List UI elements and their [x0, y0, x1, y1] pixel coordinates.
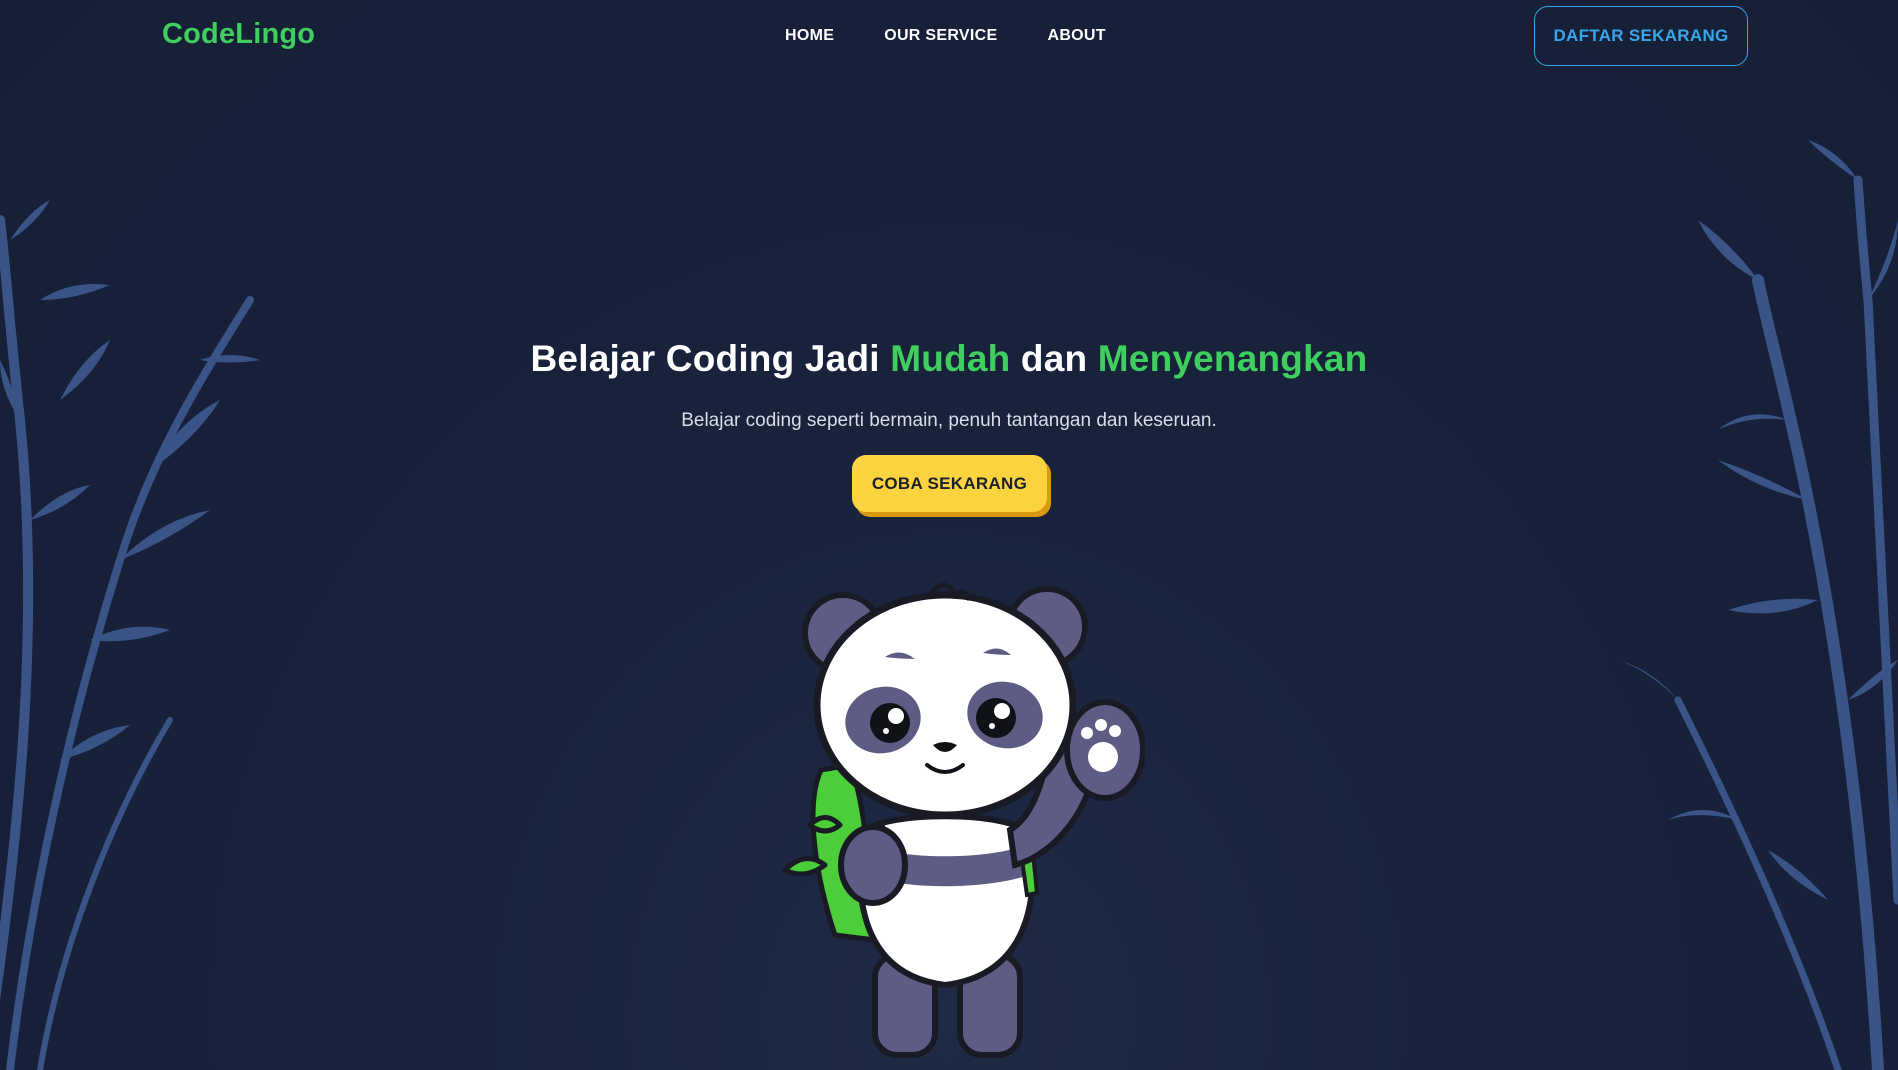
navbar: CodeLingo HOME OUR SERVICE ABOUT DAFTAR … — [0, 0, 1898, 74]
nav-item-about[interactable]: ABOUT — [1047, 27, 1105, 45]
nav-item-our-service[interactable]: OUR SERVICE — [884, 27, 997, 45]
hero-title-part2: dan — [1010, 338, 1098, 379]
hero-title: Belajar Coding Jadi Mudah dan Menyenangk… — [0, 338, 1898, 380]
logo[interactable]: CodeLingo — [162, 18, 315, 51]
panda-mascot-icon — [782, 582, 1145, 1058]
nav-menu: HOME OUR SERVICE ABOUT — [785, 27, 1106, 45]
hero-subtitle: Belajar coding seperti bermain, penuh ta… — [681, 410, 1217, 431]
try-now-button[interactable]: COBA SEKARANG — [852, 455, 1047, 512]
signup-button[interactable]: DAFTAR SEKARANG — [1534, 6, 1748, 66]
bamboo-right-icon — [1618, 140, 1898, 1070]
hero-title-highlight-menyenangkan: Menyenangkan — [1097, 338, 1368, 379]
hero-title-part1: Belajar Coding Jadi — [530, 338, 891, 379]
hero-title-highlight-mudah: Mudah — [890, 338, 1011, 379]
nav-item-home[interactable]: HOME — [785, 27, 834, 45]
bamboo-left-icon — [0, 200, 260, 1070]
